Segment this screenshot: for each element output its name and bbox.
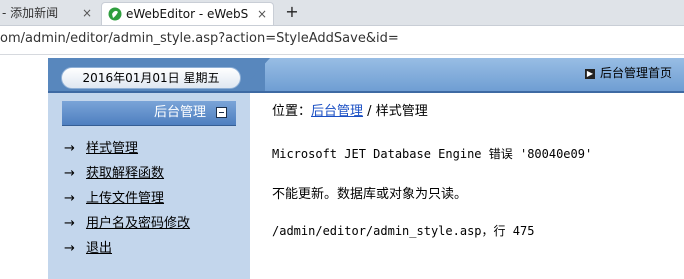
close-tab-icon[interactable]: ×: [257, 3, 267, 25]
new-tab-button[interactable]: +: [283, 1, 301, 23]
breadcrumb-prefix: 位置：: [272, 104, 312, 119]
sidebar-item-style-management[interactable]: → 样式管理: [64, 139, 138, 159]
sidebar-item-get-functions[interactable]: → 获取解释函数: [64, 164, 164, 184]
tab-title: eWebEditor - eWebS: [126, 7, 249, 21]
web-page: 2016年01月01日 星期五 ▶ 后台管理首页 后台管理 → 样式管理 → 获取解释…: [0, 55, 684, 279]
breadcrumb-current: 样式管理: [375, 104, 428, 119]
sidebar-header: 后台管理: [62, 101, 236, 126]
arrow-right-icon: →: [64, 141, 75, 156]
sidebar-item-logout[interactable]: → 退出: [64, 239, 112, 259]
close-tab-icon[interactable]: ×: [82, 2, 92, 25]
sidebar-item-change-credentials[interactable]: → 用户名及密码修改: [64, 214, 190, 234]
error-location: /admin/editor/admin_style.asp，行 475: [272, 224, 535, 238]
admin-home-link[interactable]: ▶ 后台管理首页: [585, 64, 672, 81]
browser-tab-bar: - 添加新闻 × eWebEditor - eWebS × +: [0, 0, 684, 26]
sidebar-item-label[interactable]: 退出: [86, 241, 112, 256]
address-bar[interactable]: om/admin/editor/admin_style.asp?action=S…: [0, 26, 684, 55]
browser-tab-inactive[interactable]: - 添加新闻 ×: [0, 2, 101, 25]
address-bar-url[interactable]: om/admin/editor/admin_style.asp?action=S…: [0, 31, 399, 46]
admin-home-label[interactable]: 后台管理首页: [600, 66, 672, 80]
error-title: Microsoft JET Database Engine 错误 '80040e…: [272, 147, 593, 161]
arrow-right-icon: →: [64, 191, 75, 206]
tab-title: - 添加新闻: [2, 6, 59, 20]
ewebeditor-favicon-icon: [108, 7, 122, 21]
breadcrumb-separator: /: [363, 104, 376, 119]
sidebar-item-label[interactable]: 上传文件管理: [86, 191, 164, 206]
sidebar-item-label[interactable]: 获取解释函数: [86, 166, 164, 181]
sidebar-item-label[interactable]: 样式管理: [86, 141, 138, 156]
error-message: 不能更新。数据库或对象为只读。: [272, 187, 468, 202]
breadcrumb-link-admin[interactable]: 后台管理: [311, 104, 363, 119]
arrow-right-box-icon: ▶: [585, 69, 595, 79]
arrow-right-icon: →: [64, 166, 75, 181]
arrow-right-icon: →: [64, 241, 75, 256]
sidebar-item-upload-files[interactable]: → 上传文件管理: [64, 189, 164, 209]
collapse-icon[interactable]: [216, 107, 227, 118]
sidebar-title: 后台管理: [153, 105, 206, 120]
arrow-right-icon: →: [64, 216, 75, 231]
browser-tab-active[interactable]: eWebEditor - eWebS ×: [101, 2, 274, 25]
breadcrumb: 位置：后台管理 / 样式管理: [272, 100, 428, 119]
date-display: 2016年01月01日 星期五: [61, 67, 241, 89]
sidebar: 后台管理 → 样式管理 → 获取解释函数 → 上传文件管理 → 用户名及密码修改 → 退出: [48, 93, 250, 279]
sidebar-item-label[interactable]: 用户名及密码修改: [86, 216, 190, 231]
header-notch: [240, 58, 270, 91]
